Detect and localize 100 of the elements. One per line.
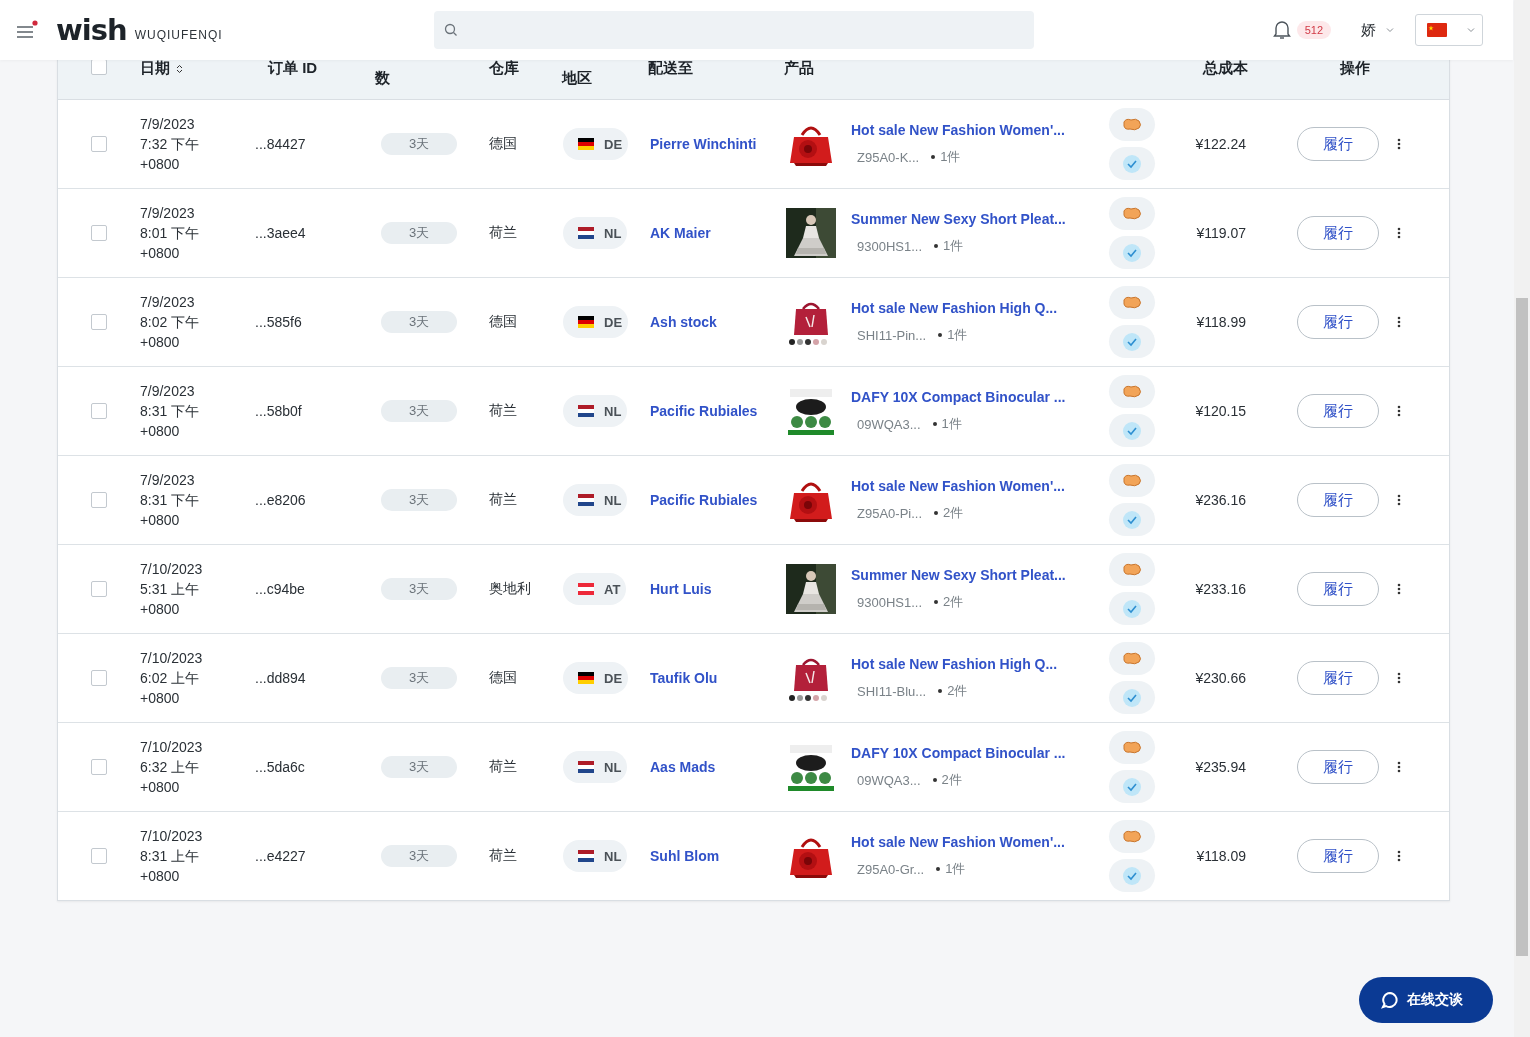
sku: SHI11-Pin... xyxy=(857,327,927,343)
fulfill-button[interactable]: 履行 xyxy=(1297,483,1379,517)
product-link[interactable]: Hot sale New Fashion Women'... xyxy=(851,122,1065,138)
order-id: ...58b0f xyxy=(255,403,302,419)
more-icon[interactable] xyxy=(1397,850,1401,862)
sku: Z95A0-K... xyxy=(857,149,920,165)
customer-link[interactable]: Taufik Olu xyxy=(650,670,718,686)
column-header: 总成本 xyxy=(1203,59,1248,78)
check-icon xyxy=(1108,503,1155,536)
more-icon[interactable] xyxy=(1397,316,1401,328)
customer-link[interactable]: Aas Mads xyxy=(650,759,716,775)
product-link[interactable]: Hot sale New Fashion High Q... xyxy=(851,300,1058,316)
product-link[interactable]: Hot sale New Fashion Women'... xyxy=(851,834,1065,850)
total-cost: ¥119.07 xyxy=(1196,225,1246,241)
menu-icon[interactable] xyxy=(16,20,38,40)
product-link[interactable]: Hot sale New Fashion High Q... xyxy=(851,656,1058,672)
column-header[interactable]: 日期 xyxy=(140,59,183,78)
check-icon xyxy=(1108,236,1155,269)
fulfill-button[interactable]: 履行 xyxy=(1297,661,1379,695)
customer-link[interactable]: Pierre Winchinti xyxy=(650,136,757,152)
more-icon[interactable] xyxy=(1397,672,1401,684)
customer-link[interactable]: Hurt Luis xyxy=(650,581,712,597)
scrollbar-thumb[interactable] xyxy=(1516,298,1528,956)
logo[interactable]: wish xyxy=(56,13,127,47)
more-icon[interactable] xyxy=(1397,227,1401,239)
shape-icon xyxy=(1108,464,1155,497)
checkbox[interactable] xyxy=(91,225,107,241)
sku: Z95A0-Gr... xyxy=(857,861,925,877)
order-date: 7/10/2023 8:31 上午 +0800 xyxy=(140,827,203,886)
fulfill-button[interactable]: 履行 xyxy=(1297,127,1379,161)
shape-icon xyxy=(1108,820,1155,853)
fulfill-button[interactable]: 履行 xyxy=(1297,839,1379,873)
more-icon[interactable] xyxy=(1397,494,1401,506)
checkbox[interactable] xyxy=(91,848,107,864)
customer-link[interactable]: Ash stock xyxy=(650,314,717,330)
quantity: 1件 xyxy=(945,860,966,878)
warehouse: 荷兰 xyxy=(488,847,517,865)
caret-icon xyxy=(1467,27,1475,33)
customer-link[interactable]: AK Maier xyxy=(650,225,711,241)
checkbox[interactable] xyxy=(91,759,107,775)
product-link[interactable]: DAFY 10X Compact Binocular ... xyxy=(851,745,1066,761)
check-icon xyxy=(1108,592,1155,625)
search-field[interactable] xyxy=(433,11,1034,49)
customer-link[interactable]: Pacific Rubiales xyxy=(650,492,758,508)
quantity: 2件 xyxy=(947,682,968,700)
warehouse: 荷兰 xyxy=(488,224,517,242)
chat-button[interactable]: 在线交谈 xyxy=(1359,977,1493,1023)
sku: 09WQA3... xyxy=(857,416,921,432)
total-cost: ¥235.94 xyxy=(1195,759,1246,775)
fulfill-button[interactable]: 履行 xyxy=(1297,216,1379,250)
product-link[interactable]: Summer New Sexy Short Pleat... xyxy=(851,211,1066,227)
warehouse: 荷兰 xyxy=(488,402,517,420)
order-id: ...e4227 xyxy=(255,848,306,864)
days-badge: 3天 xyxy=(381,667,457,689)
checkbox[interactable] xyxy=(91,581,107,597)
quantity: 2件 xyxy=(943,593,964,611)
order-date: 7/10/2023 6:32 上午 +0800 xyxy=(140,738,203,797)
notification-badge: 512 xyxy=(1296,21,1331,39)
language-dropdown[interactable] xyxy=(1415,14,1483,46)
product-link[interactable]: Hot sale New Fashion Women'... xyxy=(851,478,1065,494)
country-badge: NL xyxy=(563,840,628,872)
customer-link[interactable]: Suhl Blom xyxy=(650,848,720,864)
sku: SHI11-Blu... xyxy=(857,683,927,699)
order-id: ...3aee4 xyxy=(255,225,306,241)
more-icon[interactable] xyxy=(1397,138,1401,150)
bell-icon[interactable] xyxy=(1272,20,1291,40)
order-id: ...c94be xyxy=(255,581,305,597)
checkbox[interactable] xyxy=(91,403,107,419)
fulfill-button[interactable]: 履行 xyxy=(1297,305,1379,339)
column-header: 仓库 xyxy=(489,59,519,78)
sku: Z95A0-Pi... xyxy=(857,505,923,521)
more-icon[interactable] xyxy=(1397,583,1401,595)
warehouse: 荷兰 xyxy=(488,491,517,509)
checkbox[interactable] xyxy=(91,670,107,686)
total-cost: ¥122.24 xyxy=(1195,136,1246,152)
check-icon xyxy=(1108,859,1155,892)
order-id: ...585f6 xyxy=(255,314,302,330)
more-icon[interactable] xyxy=(1397,761,1401,773)
country-badge: NL xyxy=(563,751,628,783)
total-cost: ¥233.16 xyxy=(1195,581,1246,597)
days-badge: 3天 xyxy=(381,756,457,778)
order-id: ...dd894 xyxy=(255,670,306,686)
customer-link[interactable]: Pacific Rubiales xyxy=(650,403,758,419)
user-name[interactable]: 娇 xyxy=(1361,20,1376,40)
product-link[interactable]: Summer New Sexy Short Pleat... xyxy=(851,567,1066,583)
country-badge: DE xyxy=(563,128,629,160)
order-date: 7/9/2023 8:02 下午 +0800 xyxy=(140,293,200,352)
sku: 9300HS1... xyxy=(857,594,923,610)
search-icon xyxy=(443,23,458,37)
more-icon[interactable] xyxy=(1397,405,1401,417)
checkbox[interactable] xyxy=(91,136,107,152)
quantity: 1件 xyxy=(943,237,964,255)
product-link[interactable]: DAFY 10X Compact Binocular ... xyxy=(851,389,1066,405)
order-date: 7/9/2023 8:01 下午 +0800 xyxy=(140,204,200,263)
fulfill-button[interactable]: 履行 xyxy=(1297,572,1379,606)
checkbox[interactable] xyxy=(91,492,107,508)
sort-icon[interactable] xyxy=(176,63,183,74)
checkbox[interactable] xyxy=(91,314,107,330)
fulfill-button[interactable]: 履行 xyxy=(1297,750,1379,784)
fulfill-button[interactable]: 履行 xyxy=(1297,394,1379,428)
